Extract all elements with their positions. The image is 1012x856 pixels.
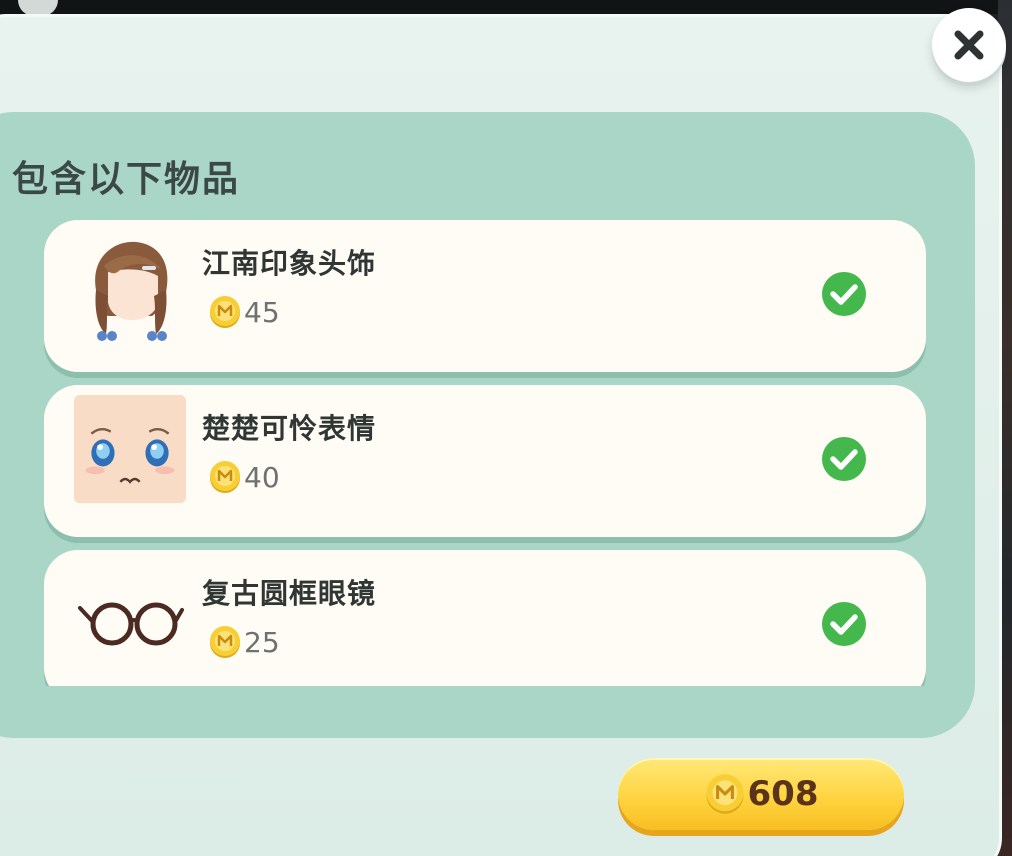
item-price: 40 [208,459,280,495]
coin-icon [210,296,240,328]
item-name: 复古圆框眼镜 [202,577,377,610]
close-icon [954,30,984,60]
item-card[interactable]: 江南印象头饰 45 [44,220,926,372]
hair-accessory-icon [95,241,168,341]
item-price: 25 [208,624,280,660]
item-card[interactable]: 复古圆框眼镜 25 [44,550,926,686]
coin-icon [705,774,744,814]
purchase-button[interactable]: 608 [618,758,904,830]
round-glasses-icon [78,602,184,646]
item-card[interactable]: 楚楚可怜表情 40 [44,385,926,537]
item-list[interactable]: 江南印象头饰 45 楚楚可怜表情 40 复古圆框眼镜 25 [44,220,926,686]
item-name: 楚楚可怜表情 [202,412,377,445]
owned-check-icon [822,437,866,481]
face-expression-icon [74,395,186,504]
item-price-value: 25 [244,625,280,659]
item-name: 江南印象头饰 [202,247,377,280]
item-price: 45 [208,294,280,330]
game-background [0,0,1012,14]
purchase-price: 608 [747,774,819,814]
close-button[interactable] [932,8,1006,82]
coin-icon [210,461,240,493]
item-price-value: 40 [244,460,280,494]
item-price-value: 45 [244,295,280,329]
dialog-title: 包含以下物品 [12,159,241,200]
owned-check-icon [822,602,866,646]
owned-check-icon [822,272,866,316]
coin-icon [210,626,240,658]
